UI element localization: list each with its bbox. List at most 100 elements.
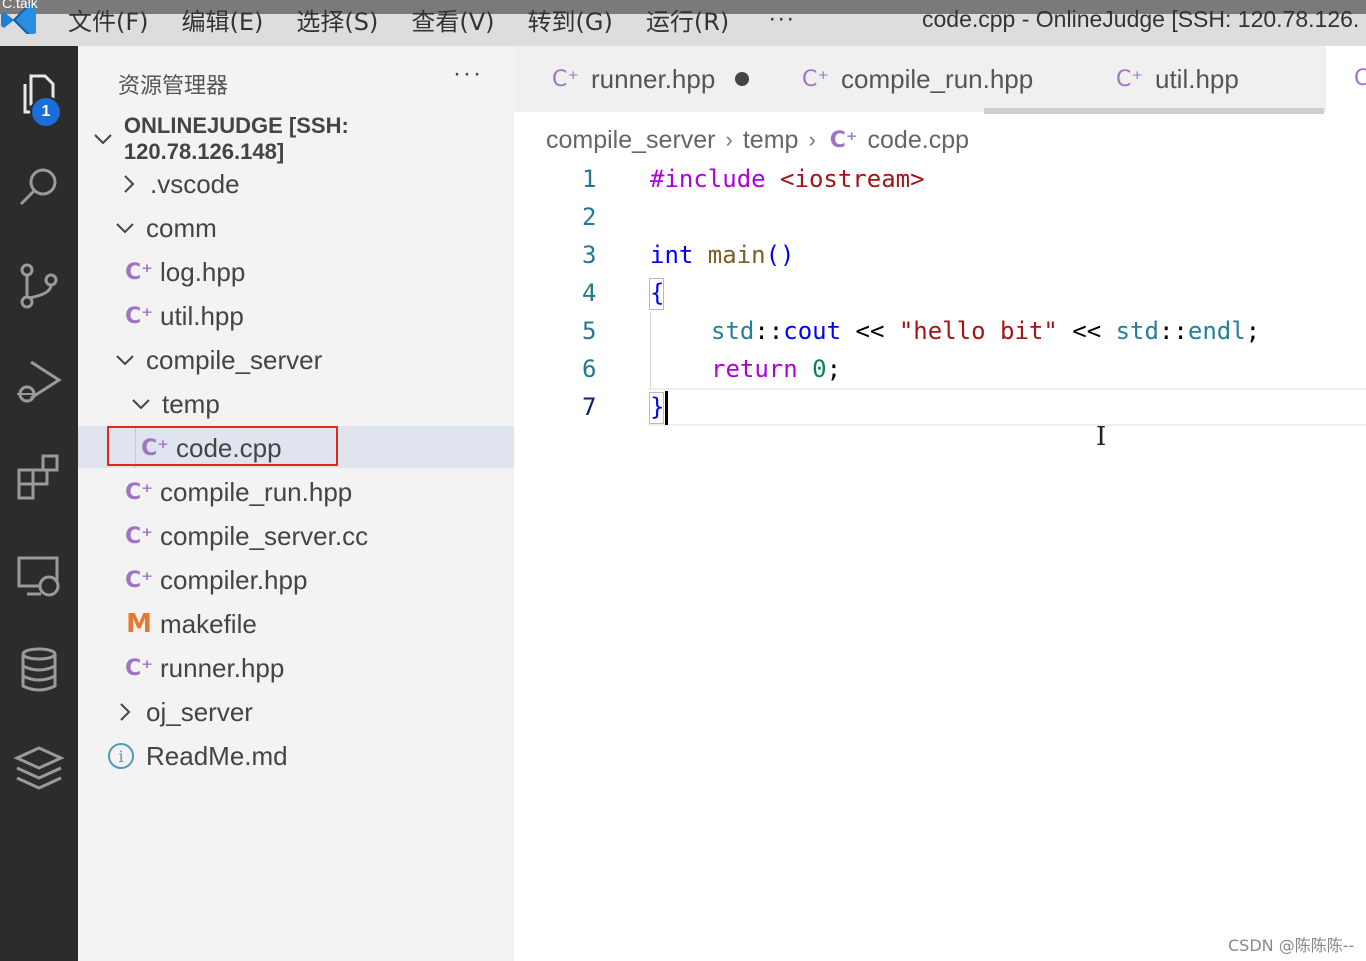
stream-operator: << (841, 317, 899, 345)
tree-item-label: ReadMe.md (146, 740, 288, 771)
code-line-6: 6 return 0; (514, 350, 1366, 388)
tab-runner-hpp[interactable]: C⁺ runner.hpp (514, 46, 772, 112)
cpp-file-icon: C⁺ (1116, 66, 1143, 92)
menu-edit[interactable]: 编辑(E) (182, 2, 264, 37)
menu-run[interactable]: 运行(R) (646, 2, 729, 37)
explorer-more-button[interactable]: ··· (453, 60, 483, 88)
menu-selection[interactable]: 选择(S) (296, 2, 378, 37)
database-icon (21, 647, 57, 692)
cout-token: cout (783, 317, 842, 345)
tree-item-log-hpp[interactable]: C⁺ log.hpp (124, 250, 245, 294)
code-line-1: 1 #include <iostream> (514, 160, 1366, 198)
cpp-file-icon: C⁺ (552, 66, 579, 92)
run-debug-button[interactable] (0, 334, 78, 430)
number-literal: 0 (812, 355, 827, 383)
return-keyword: return (711, 355, 798, 383)
line-number: 3 (582, 241, 597, 269)
tab-label: util.hpp (1154, 63, 1239, 94)
explorer-button[interactable]: 1 (0, 46, 78, 142)
line-number: 1 (582, 165, 597, 193)
cpp-file-icon: C⁺ (1354, 66, 1366, 91)
chevron-down-icon (110, 345, 140, 375)
tab-util-hpp[interactable]: C⁺ util.hpp (1078, 46, 1328, 112)
tree-item-label: oj_server (146, 696, 253, 727)
tab-code-cpp[interactable]: C⁺ (1326, 46, 1366, 112)
tree-item-label: util.hpp (160, 300, 244, 331)
tab-label: compile_run.hpp (840, 63, 1034, 94)
tree-item-comm[interactable]: comm (110, 206, 217, 250)
source-control-button[interactable] (0, 238, 78, 334)
remote-explorer-button[interactable] (0, 528, 78, 624)
code-line-2: 2 (514, 198, 1366, 236)
chevron-right-icon: › (808, 127, 816, 152)
tree-item-makefile[interactable]: M makefile (124, 602, 257, 646)
tabs-scrollbar[interactable] (984, 108, 1324, 114)
tree-item-readme[interactable]: i ReadMe.md (108, 734, 288, 778)
tab-label: runner.hpp (590, 63, 716, 94)
tree-item-compiler-hpp[interactable]: C⁺ compiler.hpp (124, 558, 307, 602)
tree-item-label: comm (146, 212, 217, 243)
cpp-file-icon: C⁺ (125, 303, 153, 329)
tab-compile-run-hpp[interactable]: C⁺ compile_run.hpp (764, 46, 1084, 112)
cpp-file-icon: C⁺ (125, 523, 153, 549)
search-button[interactable] (0, 140, 78, 236)
editor-tabs: C⁺ runner.hpp C⁺ compile_run.hpp C⁺ util… (514, 46, 1366, 114)
menu-file[interactable]: 文件(F) (68, 2, 149, 37)
cpp-file-icon: C⁺ (125, 259, 153, 285)
search-icon (19, 168, 57, 206)
explorer-sidebar: 资源管理器 ··· ONLINEJUDGE [SSH: 120.78.126.1… (78, 46, 514, 961)
menu-bar: 文件(F) 编辑(E) 选择(S) 查看(V) 转到(G) 运行(R) ··· (68, 2, 795, 36)
open-brace: { (650, 279, 665, 307)
include-header: <iostream> (765, 165, 925, 193)
menu-go[interactable]: 转到(G) (528, 2, 613, 37)
tree-item-oj-server[interactable]: oj_server (110, 690, 253, 734)
menu-more-button[interactable]: ··· (768, 5, 795, 33)
code-editor[interactable]: 1 #include <iostream> 2 3 int main() 4 {… (514, 160, 1366, 961)
tree-item-compile-server-cc[interactable]: C⁺ compile_server.cc (124, 514, 368, 558)
stream-operator: << (1057, 317, 1116, 345)
remote-explorer-icon (17, 556, 60, 597)
extensions-icon (17, 454, 59, 500)
tree-item-label: compile_server (146, 344, 323, 375)
explorer-badge: 1 (30, 96, 62, 128)
makefile-icon: M (126, 609, 152, 639)
tree-item-vscode[interactable]: .vscode (114, 162, 240, 206)
scope-operator: :: (1158, 317, 1188, 345)
tree-item-util-hpp[interactable]: C⁺ util.hpp (124, 294, 244, 338)
line-number: 4 (582, 279, 597, 307)
type-keyword: int (650, 241, 694, 269)
namespace-token: std (711, 317, 755, 345)
tree-item-compile-run-hpp[interactable]: C⁺ compile_run.hpp (124, 470, 352, 514)
code-line-7: 7 } (514, 388, 1366, 426)
breadcrumb: compile_server › temp › C⁺ code.cpp (546, 122, 969, 158)
tree-item-runner-hpp[interactable]: C⁺ runner.hpp (124, 646, 284, 690)
workspace-root[interactable]: ONLINEJUDGE [SSH: 120.78.126.148] (88, 113, 514, 164)
tree-item-label: compile_server.cc (160, 520, 369, 551)
tree-item-temp[interactable]: temp (126, 382, 220, 426)
menu-view[interactable]: 查看(V) (411, 2, 494, 37)
unsaved-dot-icon[interactable] (735, 72, 750, 86)
cpp-file-icon: C⁺ (125, 655, 153, 681)
extensions-button[interactable] (0, 430, 78, 526)
tree-item-label: temp (162, 388, 220, 419)
watermark: CSDN @陈陈陈-- (1228, 936, 1355, 955)
cpp-file-icon: C⁺ (802, 66, 829, 92)
tree-item-label: runner.hpp (160, 652, 285, 683)
cpp-file-icon: C⁺ (125, 567, 153, 593)
chevron-right-icon (110, 697, 140, 727)
run-debug-icon (17, 360, 62, 403)
breadcrumb-code-cpp[interactable]: code.cpp (868, 126, 969, 155)
semicolon: ; (1245, 317, 1261, 345)
window-title: code.cpp - OnlineJudge [SSH: 120.78.126. (922, 6, 1360, 32)
breadcrumb-temp[interactable]: temp (743, 126, 799, 155)
tree-item-compile-server[interactable]: compile_server (110, 338, 322, 382)
activity-bar: 1 (0, 46, 78, 961)
vscode-logo-icon: C.talk (0, 0, 40, 37)
logo-overlay-text: C.talk (2, 0, 38, 11)
database-button[interactable] (0, 622, 78, 718)
highlight-box (107, 426, 338, 466)
chevron-down-icon (88, 124, 118, 154)
layers-button[interactable] (0, 718, 78, 814)
tree-item-label: compiler.hpp (160, 564, 308, 595)
breadcrumb-compile-server[interactable]: compile_server (546, 126, 716, 155)
